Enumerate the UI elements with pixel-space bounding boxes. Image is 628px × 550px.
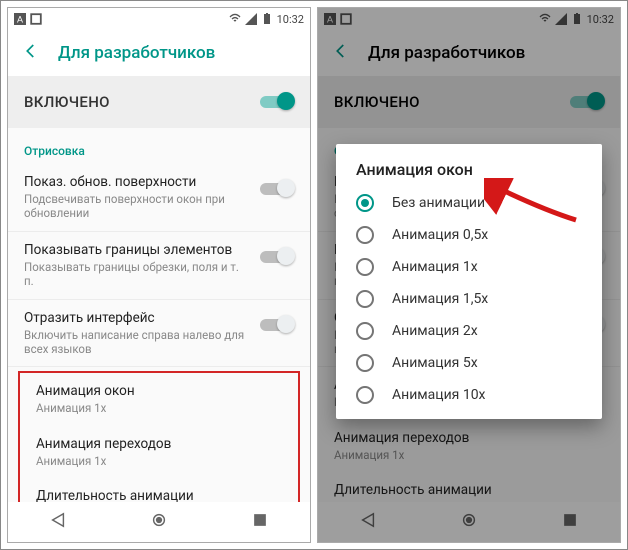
master-switch-label: ВКЛЮЧЕНО xyxy=(24,93,110,111)
app-bar: Для разработчиков xyxy=(8,30,310,76)
dialog-option-4[interactable]: Анимация 2x xyxy=(336,315,602,347)
radio-icon xyxy=(356,194,374,212)
radio-icon xyxy=(356,354,374,372)
pref-title: Длительность анимации xyxy=(36,488,282,502)
pref-animator-duration[interactable]: Длительность анимации Анимация 1x xyxy=(20,478,298,502)
radio-icon xyxy=(356,386,374,404)
pref-switch[interactable] xyxy=(260,316,294,334)
master-switch[interactable] xyxy=(260,93,294,111)
pref-summary: Анимация 1x xyxy=(36,454,282,468)
pref-summary: Подсвечивать поверхности окон при обновл… xyxy=(24,192,250,221)
preferences-list: Отрисовка Показ. обнов. поверхности Подс… xyxy=(8,128,310,502)
back-button[interactable] xyxy=(22,42,40,64)
screenshot-left: A 10:32 Для разработчиков ВКЛЮЧЕНО xyxy=(7,7,311,543)
clock: 10:32 xyxy=(277,13,304,26)
dialog-option-3[interactable]: Анимация 1,5x xyxy=(336,283,602,315)
option-label: Без анимации xyxy=(392,195,485,211)
pref-surface-updates[interactable]: Показ. обнов. поверхности Подсвечивать п… xyxy=(8,164,310,232)
dialog-option-0[interactable]: Без анимации xyxy=(336,187,602,219)
pref-window-animation[interactable]: Анимация окон Анимация 1x xyxy=(20,373,298,425)
dialog-option-1[interactable]: Анимация 0,5x xyxy=(336,219,602,251)
option-label: Анимация 10x xyxy=(392,387,486,403)
pref-title: Анимация переходов xyxy=(36,436,282,452)
notif-card-icon xyxy=(30,13,42,25)
window-animation-dialog: Анимация окон Без анимации Анимация 0,5x… xyxy=(336,144,602,419)
dialog-option-5[interactable]: Анимация 5x xyxy=(336,347,602,379)
pref-rtl[interactable]: Отразить интерфейс Включить написание сп… xyxy=(8,300,310,368)
option-label: Анимация 1x xyxy=(392,259,478,275)
pref-title: Анимация окон xyxy=(36,383,282,399)
master-switch-row[interactable]: ВКЛЮЧЕНО xyxy=(8,76,310,128)
svg-text:A: A xyxy=(17,15,24,25)
nav-back-button[interactable] xyxy=(49,511,67,533)
pref-switch[interactable] xyxy=(260,248,294,266)
pref-title: Показ. обнов. поверхности xyxy=(24,174,250,190)
nav-home-button[interactable] xyxy=(150,511,168,533)
section-render: Отрисовка xyxy=(8,134,310,164)
wifi-icon xyxy=(229,13,241,25)
status-bar: A 10:32 xyxy=(8,8,310,30)
nav-bar xyxy=(8,502,310,542)
option-label: Анимация 1,5x xyxy=(392,291,488,307)
pref-summary: Показывать границы обрезки, поля и т. п. xyxy=(24,260,250,289)
notif-a-icon: A xyxy=(14,13,26,25)
radio-icon xyxy=(356,322,374,340)
option-label: Анимация 5x xyxy=(392,355,478,371)
pref-title: Показывать границы элементов xyxy=(24,242,250,258)
signal-icon xyxy=(245,13,257,25)
pref-layout-bounds[interactable]: Показывать границы элементов Показывать … xyxy=(8,232,310,300)
option-label: Анимация 0,5x xyxy=(392,227,488,243)
highlight-annotation: Анимация окон Анимация 1x Анимация перех… xyxy=(18,371,300,502)
pref-summary: Анимация 1x xyxy=(36,401,282,415)
dialog-title: Анимация окон xyxy=(336,160,602,187)
radio-icon xyxy=(356,258,374,276)
radio-icon xyxy=(356,290,374,308)
pref-title: Отразить интерфейс xyxy=(24,310,250,326)
nav-recents-button[interactable] xyxy=(251,511,269,533)
battery-icon xyxy=(261,13,273,25)
page-title: Для разработчиков xyxy=(58,43,215,63)
pref-transition-animation[interactable]: Анимация переходов Анимация 1x xyxy=(20,426,298,478)
pref-switch[interactable] xyxy=(260,180,294,198)
screenshot-right: A 10:32 Для разработчиков ВКЛЮЧЕНО Отрис… xyxy=(317,7,621,543)
option-label: Анимация 2x xyxy=(392,323,478,339)
dialog-option-6[interactable]: Анимация 10x xyxy=(336,379,602,411)
dialog-option-2[interactable]: Анимация 1x xyxy=(336,251,602,283)
radio-icon xyxy=(356,226,374,244)
pref-summary: Включить написание справа налево для все… xyxy=(24,328,250,357)
